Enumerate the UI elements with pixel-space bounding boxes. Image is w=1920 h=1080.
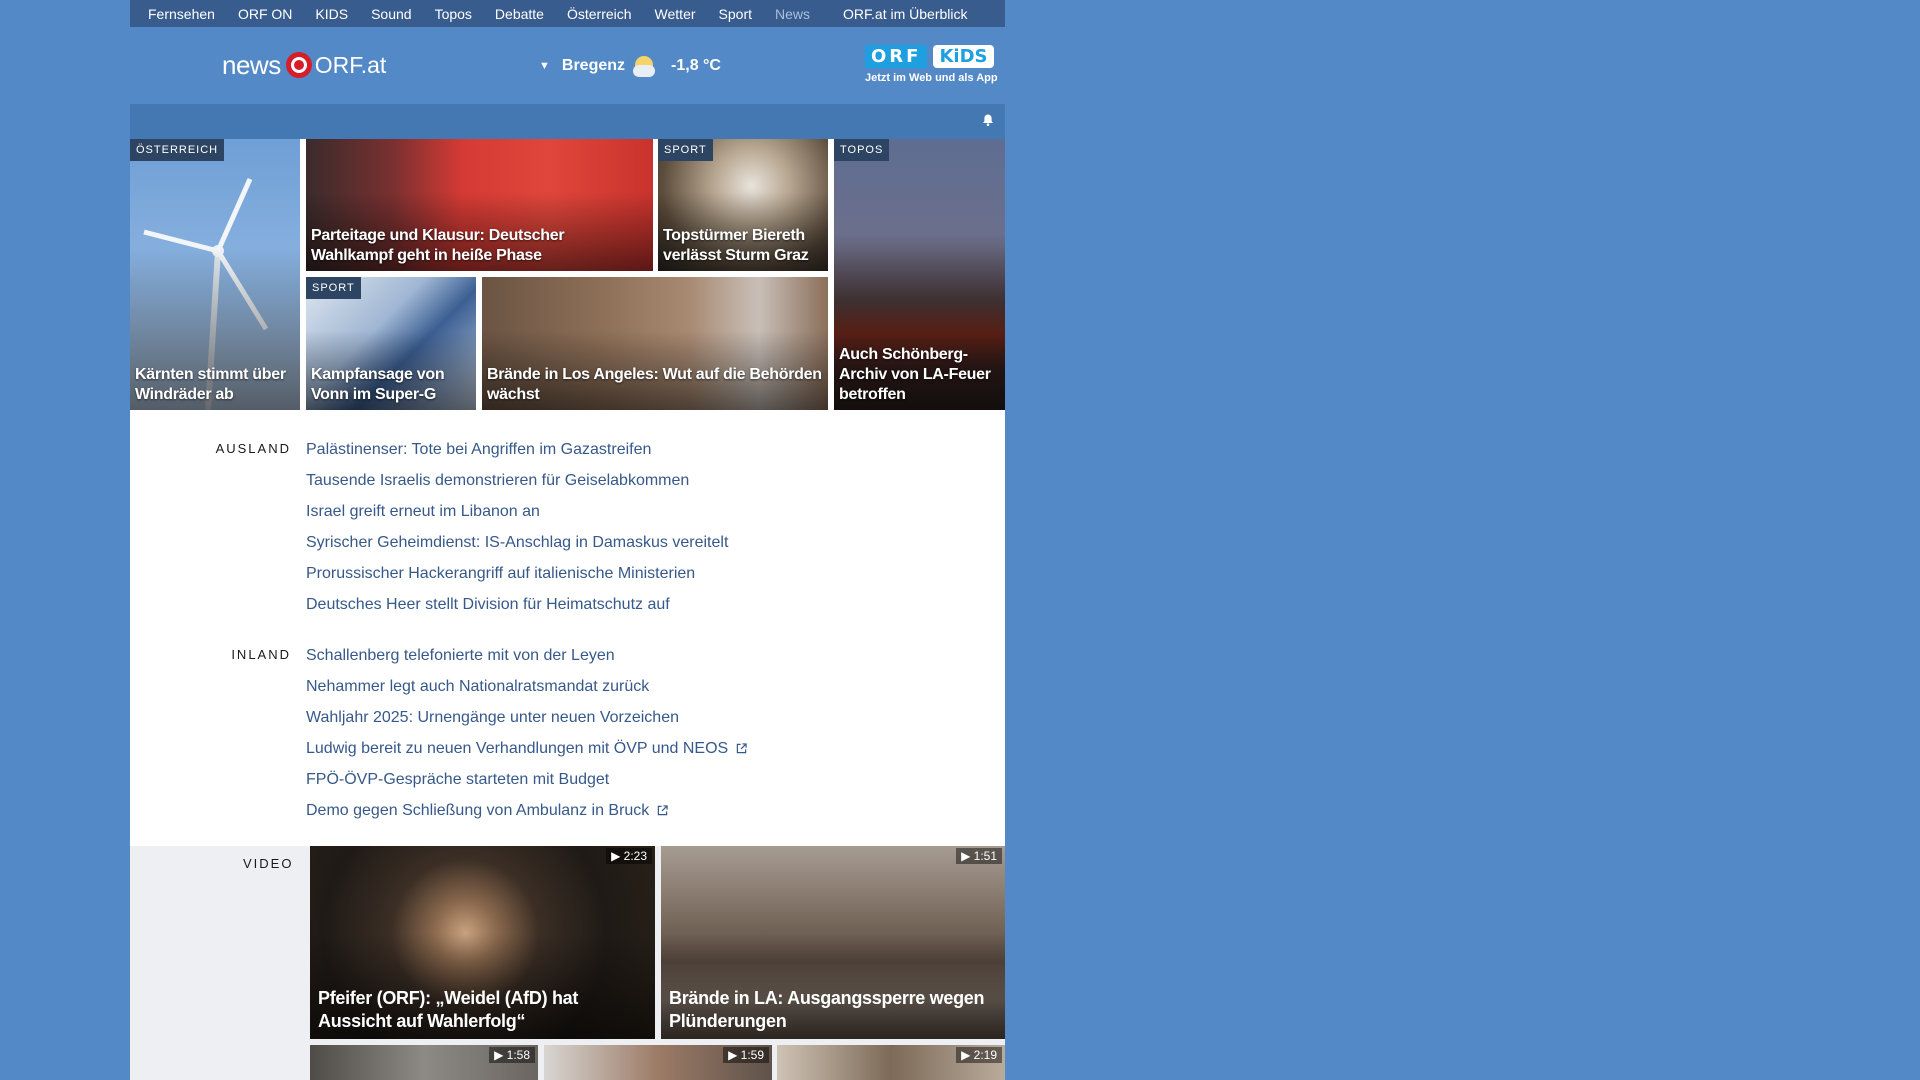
- category-badge: SPORT: [658, 139, 713, 161]
- notification-bar: [130, 104, 1005, 139]
- story-tile[interactable]: ÖSTERREICH Kärnten stimmt über Windräder…: [130, 139, 300, 410]
- section-label: AUSLAND: [215, 441, 291, 456]
- story-link[interactable]: Israel greift erneut im Libanon an: [306, 503, 728, 534]
- video-duration: ▶ 2:23: [606, 848, 652, 864]
- story-link[interactable]: Nehammer legt auch Nationalratsmandat zu…: [306, 678, 747, 709]
- video-tile[interactable]: ▶ 2:23 Pfeifer (ORF): „Weidel (AfD) hat …: [310, 846, 655, 1039]
- video-duration: ▶ 1:51: [956, 848, 1002, 864]
- story-title: Kampfansage von Vonn im Super-G: [311, 366, 445, 403]
- nav-item-orf-on[interactable]: ORF ON: [238, 6, 292, 22]
- video-duration: ▶ 1:59: [723, 1047, 769, 1063]
- news-orf-logo[interactable]: news ORF.at: [222, 49, 386, 81]
- video-title: Brände in LA: Ausgangssperre wegen Plünd…: [669, 988, 985, 1031]
- story-link[interactable]: Syrischer Geheimdienst: IS-Anschlag in D…: [306, 534, 728, 565]
- story-link[interactable]: Palästinenser: Tote bei Angriffen im Gaz…: [306, 441, 728, 472]
- site-header: news ORF.at ▼ Bregenz -1,8 °C ORF KiDS J…: [130, 27, 1005, 104]
- external-link-icon: [736, 743, 747, 754]
- story-link[interactable]: Schallenberg telefonierte mit von der Le…: [306, 647, 747, 678]
- story-tile[interactable]: Brände in Los Angeles: Wut auf die Behör…: [482, 277, 828, 410]
- nav-item-sport[interactable]: Sport: [719, 6, 752, 22]
- weather-city: Bregenz: [561, 57, 626, 74]
- nav-item-topos[interactable]: Topos: [435, 6, 472, 22]
- logo-news-text: news: [222, 49, 281, 80]
- section-label: INLAND: [231, 647, 291, 662]
- orf-eye-icon: [285, 52, 312, 78]
- section-label: VIDEO: [243, 856, 294, 871]
- nav-item-news[interactable]: News: [775, 6, 810, 22]
- story-link[interactable]: Deutsches Heer stellt Division für Heima…: [306, 596, 728, 627]
- story-title: Brände in Los Angeles: Wut auf die Behör…: [487, 366, 822, 403]
- nav-item-debatte[interactable]: Debatte: [495, 6, 544, 22]
- story-lists: AUSLAND Palästinenser: Tote bei Angriffe…: [130, 410, 1005, 846]
- orf-kids-logo: ORF KiDS: [865, 45, 1005, 68]
- story-link[interactable]: Demo gegen Schließung von Ambulanz in Br…: [306, 802, 747, 833]
- story-tile[interactable]: SPORT Topstürmer Biereth verlässt Sturm …: [658, 139, 828, 271]
- page: Fernsehen ORF ON KIDS Sound Topos Debatt…: [130, 0, 1005, 1080]
- story-list: Schallenberg telefonierte mit von der Le…: [306, 647, 747, 833]
- nav-item-overview[interactable]: ORF.at im Überblick: [843, 6, 967, 22]
- orf-badge: ORF: [865, 45, 928, 68]
- kids-tagline: Jetzt im Web und als App: [865, 72, 998, 84]
- nav-item-oesterreich[interactable]: Österreich: [567, 6, 632, 22]
- story-link[interactable]: Ludwig bereit zu neuen Verhandlungen mit…: [306, 740, 747, 771]
- nav-item-fernsehen[interactable]: Fernsehen: [148, 6, 215, 22]
- story-link[interactable]: Prorussischer Hackerangriff auf italieni…: [306, 565, 728, 596]
- bell-icon[interactable]: [981, 113, 995, 127]
- external-link-icon: [658, 805, 668, 816]
- nav-item-sound[interactable]: Sound: [371, 6, 411, 22]
- category-badge: TOPOS: [834, 139, 890, 161]
- story-link-text: Demo gegen Schließung von Ambulanz in Br…: [306, 802, 650, 819]
- chevron-down-icon: ▼: [539, 60, 550, 72]
- story-title: Parteitage und Klausur: Deutscher Wahlka…: [311, 227, 565, 264]
- video-duration: ▶ 1:58: [489, 1047, 535, 1063]
- video-tile[interactable]: ▶ 1:58: [310, 1045, 538, 1080]
- video-section: VIDEO ▶ 2:23 Pfeifer (ORF): „Weidel (AfD…: [130, 846, 1005, 1080]
- kids-badge: KiDS: [933, 45, 994, 68]
- story-link[interactable]: Wahljahr 2025: Urnengänge unter neuen Vo…: [306, 709, 747, 740]
- category-badge: SPORT: [306, 277, 361, 299]
- story-list: Palästinenser: Tote bei Angriffen im Gaz…: [306, 441, 728, 627]
- story-tile[interactable]: Parteitage und Klausur: Deutscher Wahlka…: [306, 139, 653, 271]
- top-navigation: Fernsehen ORF ON KIDS Sound Topos Debatt…: [130, 0, 1005, 27]
- story-link[interactable]: Tausende Israelis demonstrieren für Geis…: [306, 472, 728, 503]
- story-title: Kärnten stimmt über Windräder ab: [135, 366, 286, 403]
- weather-widget[interactable]: ▼ Bregenz -1,8 °C: [539, 53, 721, 79]
- story-link-text: Ludwig bereit zu neuen Verhandlungen mit…: [306, 740, 729, 757]
- video-tile[interactable]: ▶ 1:51 Brände in LA: Ausgangssperre wege…: [661, 846, 1005, 1039]
- nav-item-wetter[interactable]: Wetter: [655, 6, 696, 22]
- story-link[interactable]: FPÖ-ÖVP-Gespräche starteten mit Budget: [306, 771, 747, 802]
- orf-kids-promo[interactable]: ORF KiDS Jetzt im Web und als App: [865, 45, 1005, 84]
- top-stories-tiles: ÖSTERREICH Kärnten stimmt über Windräder…: [130, 139, 1005, 410]
- story-title: Auch Schönberg-Archiv von LA-Feuer betro…: [839, 346, 991, 403]
- video-title: Pfeifer (ORF): „Weidel (AfD) hat Aussich…: [318, 988, 579, 1031]
- video-duration: ▶ 2:19: [956, 1047, 1002, 1063]
- story-title: Topstürmer Biereth verlässt Sturm Graz: [663, 227, 809, 264]
- video-tile[interactable]: ▶ 1:59: [544, 1045, 772, 1080]
- category-badge: ÖSTERREICH: [130, 139, 225, 161]
- nav-item-kids[interactable]: KIDS: [315, 6, 348, 22]
- story-tile[interactable]: SPORT Kampfansage von Vonn im Super-G: [306, 277, 476, 410]
- partly-cloudy-icon: [633, 53, 659, 79]
- logo-orf-text: ORF.at: [314, 51, 387, 78]
- weather-temperature: -1,8 °C: [671, 57, 721, 74]
- video-tile[interactable]: ▶ 2:19: [777, 1045, 1005, 1080]
- story-tile[interactable]: TOPOS Auch Schönberg-Archiv von LA-Feuer…: [834, 139, 1005, 410]
